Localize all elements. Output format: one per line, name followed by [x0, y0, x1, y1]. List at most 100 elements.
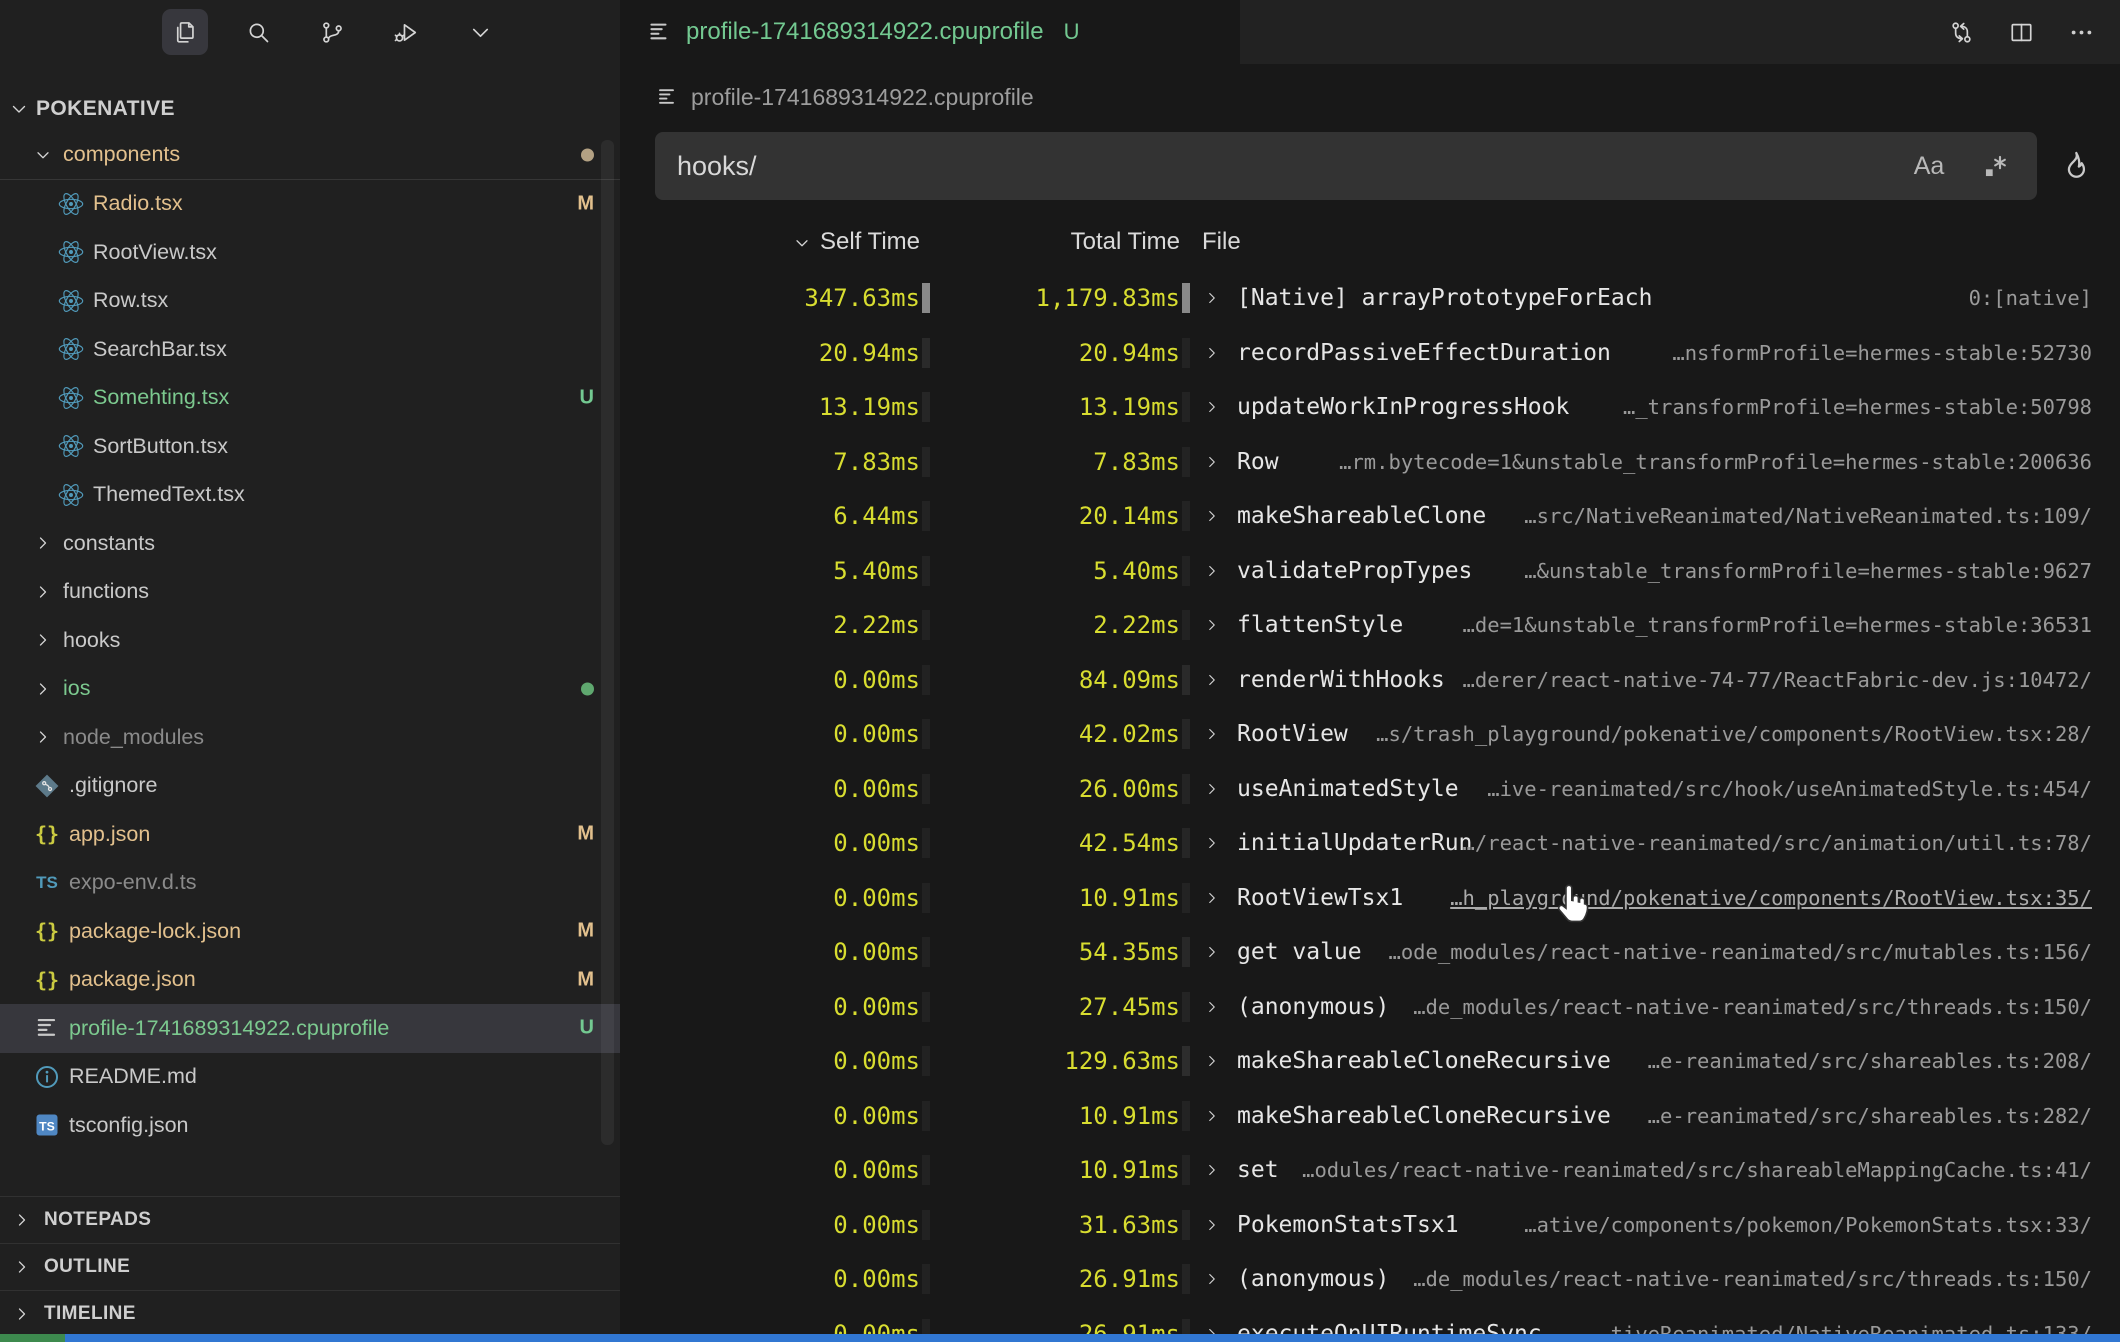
file-location-link[interactable]: …e-reanimated/src/shareables.ts:282/: [1648, 1104, 2092, 1128]
profile-row[interactable]: 0.00ms42.54msinitialUpdaterRun…/react-na…: [620, 816, 2120, 871]
column-header-self-time[interactable]: Self Time: [792, 228, 920, 256]
profile-row[interactable]: 6.44ms20.14msmakeShareableClone…src/Nati…: [620, 489, 2120, 544]
file-location-link[interactable]: …h_playground/pokenative/components/Root…: [1450, 886, 2092, 910]
flame-graph-button[interactable]: [2050, 140, 2102, 192]
file-location-link[interactable]: 0:[native]: [1969, 286, 2092, 310]
expand-chevron-icon[interactable]: [1203, 725, 1221, 743]
expand-chevron-icon[interactable]: [1203, 1161, 1221, 1179]
expand-chevron-icon[interactable]: [1203, 1216, 1221, 1234]
profile-row[interactable]: 0.00ms26.91msexecuteOnUIRuntimeSync…tive…: [620, 1307, 2120, 1335]
expand-chevron-icon[interactable]: [1203, 344, 1221, 362]
profile-row[interactable]: 0.00ms27.45ms(anonymous)…de_modules/reac…: [620, 980, 2120, 1035]
file-location-link[interactable]: …ative/components/pokemon/PokemonStats.t…: [1524, 1213, 2092, 1237]
tree-item-sortbutton-tsx[interactable]: SortButton.tsx: [0, 422, 620, 471]
tree-item-rootview-tsx[interactable]: RootView.tsx: [0, 228, 620, 277]
profile-row[interactable]: 0.00ms26.91ms(anonymous)…de_modules/reac…: [620, 1252, 2120, 1307]
expand-chevron-icon[interactable]: [1203, 398, 1221, 416]
column-header-file[interactable]: File: [1202, 228, 1241, 256]
file-location-link[interactable]: …de=1&unstable_transformProfile=hermes-s…: [1463, 613, 2092, 637]
section-timeline[interactable]: TIMELINE: [0, 1290, 620, 1337]
profile-filter-input[interactable]: hooks/ Aa: [655, 132, 2037, 200]
tree-item-package-lock-json[interactable]: {}package-lock.jsonM: [0, 907, 620, 956]
expand-chevron-icon[interactable]: [1203, 1052, 1221, 1070]
expand-chevron-icon[interactable]: [1203, 780, 1221, 798]
file-location-link[interactable]: …derer/react-native-74-77/ReactFabric-de…: [1463, 668, 2092, 692]
tree-item-package-json[interactable]: {}package.jsonM: [0, 956, 620, 1005]
tree-item-profile-1741689314922-cpuprofile[interactable]: profile-1741689314922.cpuprofileU: [0, 1004, 620, 1053]
profile-row[interactable]: 0.00ms31.63msPokemonStatsTsx1…ative/comp…: [620, 1198, 2120, 1253]
file-location-link[interactable]: …tiveReanimated/NativeReanimated.ts:133/: [1598, 1322, 2092, 1334]
file-location-link[interactable]: …e-reanimated/src/shareables.ts:208/: [1648, 1049, 2092, 1073]
expand-chevron-icon[interactable]: [1203, 562, 1221, 580]
activity-source-control-button[interactable]: [310, 9, 356, 55]
activity-search-button[interactable]: [236, 9, 282, 55]
tab-cpuprofile[interactable]: profile-1741689314922.cpuprofile U: [620, 0, 1240, 64]
tree-item-node-modules[interactable]: node_modules: [0, 713, 620, 762]
activity-chevron-down-button[interactable]: [458, 9, 504, 55]
profile-row[interactable]: 13.19ms13.19msupdateWorkInProgressHook…_…: [620, 380, 2120, 435]
profile-row[interactable]: 0.00ms10.91msset…odules/react-native-rea…: [620, 1143, 2120, 1198]
activity-run-debug-button[interactable]: [384, 9, 430, 55]
profile-row[interactable]: 0.00ms129.63msmakeShareableCloneRecursiv…: [620, 1034, 2120, 1089]
profile-row[interactable]: 0.00ms26.00msuseAnimatedStyle…ive-reanim…: [620, 762, 2120, 817]
profile-row[interactable]: 2.22ms2.22msflattenStyle…de=1&unstable_t…: [620, 598, 2120, 653]
profile-row[interactable]: 5.40ms5.40msvalidatePropTypes…&unstable_…: [620, 544, 2120, 599]
expand-chevron-icon[interactable]: [1203, 671, 1221, 689]
profile-row[interactable]: 347.63ms1,179.83ms[Native] arrayPrototyp…: [620, 271, 2120, 326]
section-outline[interactable]: OUTLINE: [0, 1243, 620, 1290]
expand-chevron-icon[interactable]: [1203, 998, 1221, 1016]
more-actions-button[interactable]: [2064, 15, 2098, 49]
file-location-link[interactable]: …&unstable_transformProfile=hermes-stabl…: [1524, 559, 2092, 583]
tree-item-functions[interactable]: functions: [0, 568, 620, 617]
profile-row[interactable]: 0.00ms84.09msrenderWithHooks…derer/react…: [620, 653, 2120, 708]
file-location-link[interactable]: …de_modules/react-native-reanimated/src/…: [1413, 1267, 2092, 1291]
compare-changes-button[interactable]: [1944, 15, 1978, 49]
profile-row[interactable]: 0.00ms10.91msmakeShareableCloneRecursive…: [620, 1089, 2120, 1144]
file-location-link[interactable]: …nsformProfile=hermes-stable:52730: [1672, 341, 2092, 365]
file-location-link[interactable]: …de_modules/react-native-reanimated/src/…: [1413, 995, 2092, 1019]
match-case-toggle[interactable]: Aa: [1909, 146, 1949, 186]
tree-item--gitignore[interactable]: .gitignore: [0, 762, 620, 811]
profile-row[interactable]: 0.00ms42.02msRootView…s/trash_playground…: [620, 707, 2120, 762]
tree-item-themedtext-tsx[interactable]: ThemedText.tsx: [0, 471, 620, 520]
file-location-link[interactable]: …odules/react-native-reanimated/src/shar…: [1302, 1158, 2092, 1182]
tree-item-somehting-tsx[interactable]: Somehting.tsxU: [0, 374, 620, 423]
tree-item-hooks[interactable]: hooks: [0, 616, 620, 665]
sidebar-scrollbar[interactable]: [601, 140, 614, 1145]
expand-chevron-icon[interactable]: [1203, 1107, 1221, 1125]
tree-item-expo-env-d-ts[interactable]: TSexpo-env.d.ts: [0, 859, 620, 908]
explorer-project-header[interactable]: POKENATIVE: [0, 86, 620, 131]
expand-chevron-icon[interactable]: [1203, 1270, 1221, 1288]
profile-row[interactable]: 0.00ms54.35msget value…ode_modules/react…: [620, 925, 2120, 980]
file-location-link[interactable]: …s/trash_playground/pokenative/component…: [1376, 722, 2092, 746]
tree-item-constants[interactable]: constants: [0, 519, 620, 568]
regex-toggle[interactable]: [1975, 146, 2015, 186]
tree-item-radio-tsx[interactable]: Radio.tsxM: [0, 180, 620, 229]
split-editor-button[interactable]: [2004, 15, 2038, 49]
tree-item-components[interactable]: components: [0, 131, 620, 180]
file-location-link[interactable]: …ive-reanimated/src/hook/useAnimatedStyl…: [1487, 777, 2092, 801]
activity-files-button[interactable]: [162, 9, 208, 55]
column-header-total-time[interactable]: Total Time: [1071, 228, 1180, 256]
file-location-link[interactable]: …/react-native-reanimated/src/animation/…: [1463, 831, 2092, 855]
tree-item-row-tsx[interactable]: Row.tsx: [0, 277, 620, 326]
profile-row[interactable]: 20.94ms20.94msrecordPassiveEffectDuratio…: [620, 326, 2120, 381]
file-location-link[interactable]: …_transformProfile=hermes-stable:50798: [1623, 395, 2092, 419]
section-notepads[interactable]: NOTEPADS: [0, 1196, 620, 1243]
expand-chevron-icon[interactable]: [1203, 453, 1221, 471]
expand-chevron-icon[interactable]: [1203, 616, 1221, 634]
expand-chevron-icon[interactable]: [1203, 834, 1221, 852]
file-location-link[interactable]: …ode_modules/react-native-reanimated/src…: [1389, 940, 2093, 964]
breadcrumb[interactable]: profile-1741689314922.cpuprofile: [620, 64, 2120, 130]
expand-chevron-icon[interactable]: [1203, 943, 1221, 961]
expand-chevron-icon[interactable]: [1203, 889, 1221, 907]
profile-row[interactable]: 7.83ms7.83msRow…rm.bytecode=1&unstable_t…: [620, 435, 2120, 490]
expand-chevron-icon[interactable]: [1203, 1325, 1221, 1334]
tree-item-tsconfig-json[interactable]: TStsconfig.json: [0, 1101, 620, 1150]
tree-item-readme-md[interactable]: README.md: [0, 1053, 620, 1102]
file-location-link[interactable]: …src/NativeReanimated/NativeReanimated.t…: [1524, 504, 2092, 528]
file-location-link[interactable]: …rm.bytecode=1&unstable_transformProfile…: [1339, 450, 2092, 474]
expand-chevron-icon[interactable]: [1203, 289, 1221, 307]
tree-item-app-json[interactable]: {}app.jsonM: [0, 810, 620, 859]
expand-chevron-icon[interactable]: [1203, 507, 1221, 525]
